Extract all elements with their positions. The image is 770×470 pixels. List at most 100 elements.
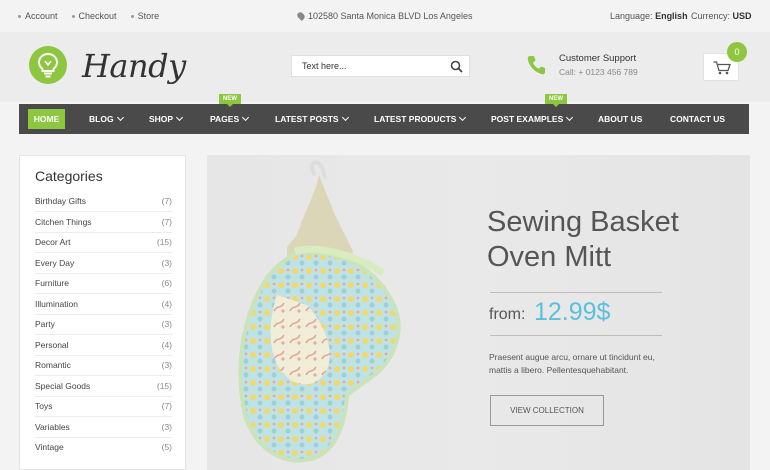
location-pin-icon [296,11,306,21]
currency-selector[interactable]: Currency: USD [691,11,752,21]
currency-label: Currency: [691,11,731,21]
nav-item-latest-products[interactable]: LATEST PRODUCTS [374,104,467,134]
category-item[interactable]: Special Goods (15) [35,376,172,397]
category-item[interactable]: Toys (7) [35,396,172,417]
category-name: Illumination [35,298,78,309]
phone-icon [527,56,545,75]
nav-item-post-examples[interactable]: NEW POST EXAMPLES [491,94,574,134]
nav-label: SHOP [149,114,174,124]
nav-item-about-us[interactable]: ABOUT US [598,104,642,134]
category-count: (15) [156,237,172,247]
banner-description: Praesent augue arcu, ornare ut tincidunt… [489,352,655,375]
nav-item-pages[interactable]: NEW PAGES [210,94,250,134]
nav-label: LATEST POSTS [275,114,339,124]
support-phone: Call: + 0123 456 789 [559,67,638,77]
category-count: (3) [161,319,172,329]
banner-divider-bottom [490,335,662,336]
sidebar-title: Categories [35,168,103,184]
top-link-label: Store [137,11,160,21]
chevron-down-icon [242,113,250,122]
top-link-label: Checkout [78,11,117,21]
support-title: Customer Support [559,53,637,64]
category-name: Citchen Things [35,216,92,227]
language-label: Language: [610,11,653,21]
chevron-down-icon [341,113,349,122]
nav-label: LATEST PRODUCTS [374,114,457,124]
category-item[interactable]: Party (3) [35,314,172,335]
chevron-down-icon [566,113,574,122]
banner-divider-top [490,292,662,293]
category-name: Personal [35,339,69,350]
category-item[interactable]: Furniture (6) [35,273,172,294]
cart-icon [713,61,731,75]
banner-title-line2: Oven Mitt [487,241,612,273]
main-nav: HOME BLOG SHOP NEW PAGES LATEST POSTS LA… [19,94,749,134]
logo-text[interactable]: Handy [82,47,186,85]
view-collection-button[interactable]: VIEW COLLECTION [490,395,604,426]
search-input[interactable] [300,60,444,72]
new-badge: NEW [545,94,567,107]
chevron-down-icon [116,113,124,122]
category-item[interactable]: Variables (3) [35,417,172,438]
category-count: (4) [161,298,172,309]
banner-title-line1: Sewing Basket [487,206,679,238]
nav-label: ABOUT US [598,114,643,124]
category-count: (5) [161,442,172,452]
category-name: Decor Art [35,237,71,247]
category-item[interactable]: Decor Art (15) [35,232,172,253]
top-bar: Account Checkout Store 102580 Santa Moni… [0,0,770,32]
category-count: (7) [161,216,172,227]
nav-item-contact-us[interactable]: CONTACT US [670,104,725,134]
nav-item-home[interactable]: HOME [28,109,65,129]
category-count: (15) [156,380,172,391]
language-value: English [655,11,688,21]
currency-value: USD [732,11,752,21]
nav-label: CONTACT US [670,114,726,124]
categories-sidebar: Categories Birthday Gifts (7) Citchen Thi… [19,155,186,470]
category-item[interactable]: Every Day (3) [35,253,172,274]
nav-item-blog[interactable]: BLOG [89,104,124,134]
category-name: Romantic [35,360,71,370]
category-item[interactable]: Personal (4) [35,335,172,356]
category-count: (6) [161,278,172,288]
top-links: Account Checkout Store [18,11,159,21]
new-badge: NEW [219,94,241,107]
category-item[interactable]: Romantic (3) [35,355,172,376]
address-text: 102580 Santa Monica BLVD Los Angeles [308,11,473,21]
nav-item-latest-posts[interactable]: LATEST POSTS [275,104,349,134]
category-item[interactable]: Citchen Things (7) [35,212,172,233]
top-link-checkout[interactable]: Checkout [71,11,117,21]
category-name: Birthday Gifts [35,196,87,206]
category-name: Special Goods [35,380,91,391]
cart-count-badge: 0 [727,42,747,62]
nav-label: BLOG [89,114,114,124]
category-name: Furniture [35,278,70,288]
category-count: (7) [161,401,172,411]
chevron-down-icon [176,113,184,122]
bullet-icon [130,15,134,19]
language-selector[interactable]: Language: English [610,11,688,21]
bullet-icon [18,15,21,19]
category-name: Every Day [35,257,75,268]
logo-bulb-icon[interactable] [29,46,67,84]
nav-label: PAGES [210,114,240,124]
price-value: 12.99$ [534,298,611,326]
category-name: Party [35,319,55,329]
nav-item-shop[interactable]: SHOP [149,104,184,134]
oven-mitt-image [238,160,401,463]
category-item[interactable]: Vintage (5) [35,437,172,457]
search-box [291,55,470,77]
chevron-down-icon [459,113,467,122]
search-icon[interactable] [450,60,463,73]
hero-banner: Sewing Basket Oven Mitt from: 12.99$ Pra… [207,155,750,470]
category-count: (7) [161,196,172,206]
category-count: (3) [161,360,172,370]
banner-title: Sewing Basket Oven Mitt [487,205,679,275]
category-item[interactable]: Illumination (4) [35,294,172,315]
bullet-icon [71,15,75,19]
nav-label: POST EXAMPLES [491,114,564,124]
top-link-account[interactable]: Account [18,11,58,21]
price-from-label: from: [489,306,526,323]
top-link-store[interactable]: Store [130,11,160,21]
category-item[interactable]: Birthday Gifts (7) [35,191,172,212]
